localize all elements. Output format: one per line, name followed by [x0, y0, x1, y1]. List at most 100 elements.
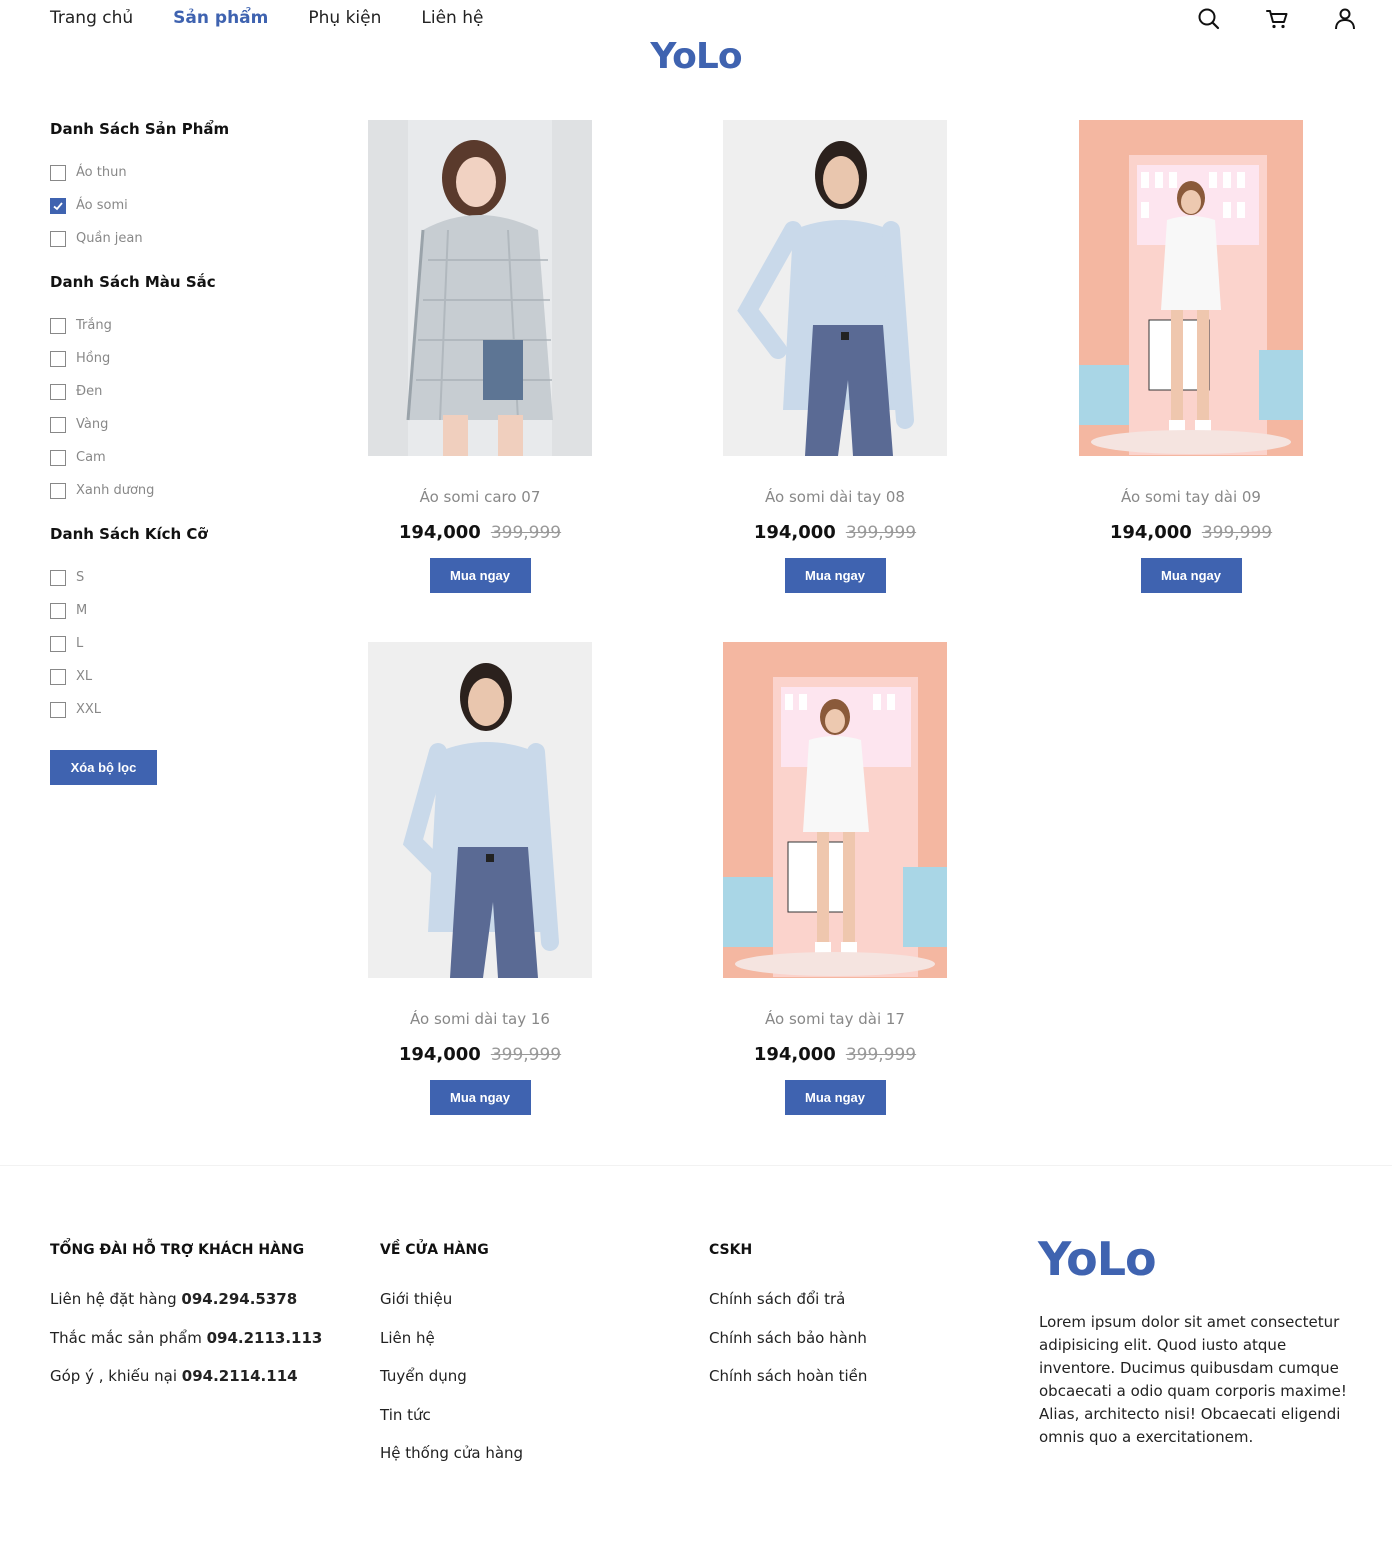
- filter-option-label: M: [76, 603, 88, 618]
- product-old-price: 399,999: [490, 523, 562, 543]
- footer-column-title: VỀ CỬA HÀNG: [380, 1242, 489, 1258]
- product-card: Áo somi caro 07 194,000 399,999 Mua ngay: [330, 120, 630, 593]
- product-name[interactable]: Áo somi tay dài 09: [1041, 488, 1341, 508]
- footer-link[interactable]: Chính sách hoàn tiền: [709, 1367, 867, 1406]
- filter-option[interactable]: Vàng: [50, 408, 310, 441]
- footer-link[interactable]: Liên hệ: [380, 1329, 523, 1368]
- filter-option[interactable]: Áo thun: [50, 156, 310, 189]
- filter-option[interactable]: Đen: [50, 375, 310, 408]
- checkbox[interactable]: [50, 350, 66, 367]
- filter-option-label: XXL: [76, 702, 102, 717]
- user-icon[interactable]: [1332, 6, 1358, 32]
- footer: TỔNG ĐÀI HỖ TRỢ KHÁCH HÀNG Liên hệ đặt h…: [0, 1165, 1392, 1557]
- checkbox[interactable]: [50, 635, 66, 652]
- product-photo[interactable]: [368, 120, 592, 456]
- nav-item-contact[interactable]: Liên hệ: [421, 8, 483, 28]
- filter-option[interactable]: L: [50, 627, 310, 660]
- filter-group-colors: Danh Sách Màu Sắc Trắng Hồng Đen Vàng Ca…: [50, 273, 310, 507]
- footer-link[interactable]: Tin tức: [380, 1406, 523, 1445]
- buy-now-button[interactable]: Mua ngay: [1140, 558, 1242, 593]
- product-name[interactable]: Áo somi caro 07: [330, 488, 630, 508]
- buy-now-button[interactable]: Mua ngay: [429, 1080, 531, 1115]
- checkbox[interactable]: [50, 482, 66, 499]
- product-card: Áo somi dài tay 08 194,000 399,999 Mua n…: [685, 120, 985, 593]
- buy-now-button[interactable]: Mua ngay: [429, 558, 531, 593]
- support-label: Thắc mắc sản phẩm: [50, 1328, 202, 1347]
- product-photo[interactable]: [1079, 120, 1303, 456]
- filter-option[interactable]: XL: [50, 660, 310, 693]
- product-name[interactable]: Áo somi dài tay 08: [685, 488, 985, 508]
- support-phone[interactable]: 094.2113.113: [207, 1329, 323, 1347]
- support-phone[interactable]: 094.294.5378: [181, 1290, 297, 1308]
- buy-now-button[interactable]: Mua ngay: [784, 1080, 886, 1115]
- brand-logo[interactable]: YoLo: [0, 36, 1392, 77]
- buy-now-button[interactable]: Mua ngay: [784, 558, 886, 593]
- filter-option[interactable]: M: [50, 594, 310, 627]
- footer-link[interactable]: Hệ thống cửa hàng: [380, 1444, 523, 1483]
- footer-column-title: CSKH: [709, 1242, 753, 1258]
- support-label: Góp ý , khiếu nại: [50, 1367, 178, 1385]
- checkbox[interactable]: [50, 416, 66, 433]
- product-name[interactable]: Áo somi dài tay 16: [330, 1010, 630, 1030]
- filter-option-label: Xanh dương: [76, 483, 155, 498]
- filter-option-label: Cam: [76, 450, 106, 465]
- product-photo[interactable]: [368, 642, 592, 978]
- product-photo[interactable]: [723, 642, 947, 978]
- footer-column-title: TỔNG ĐÀI HỖ TRỢ KHÁCH HÀNG: [50, 1242, 305, 1258]
- footer-support-column: TỔNG ĐÀI HỖ TRỢ KHÁCH HÀNG Liên hệ đặt h…: [50, 1242, 322, 1406]
- cart-icon[interactable]: [1264, 6, 1290, 32]
- checkbox[interactable]: [50, 230, 66, 247]
- filter-group-products: Danh Sách Sản Phẩm Áo thun Áo somi Quần …: [50, 120, 310, 255]
- filter-option-label: Quần jean: [76, 231, 143, 246]
- product-prices: 194,000 399,999: [685, 522, 985, 546]
- checkbox[interactable]: [50, 317, 66, 334]
- footer-link[interactable]: Chính sách đổi trả: [709, 1290, 867, 1329]
- nav-item-accessories[interactable]: Phụ kiện: [308, 8, 381, 28]
- filter-option[interactable]: Áo somi: [50, 189, 310, 222]
- filter-option[interactable]: S: [50, 561, 310, 594]
- checkbox[interactable]: [50, 164, 66, 181]
- checkbox[interactable]: [50, 602, 66, 619]
- main-nav: Trang chủ Sản phẩm Phụ kiện Liên hệ: [50, 8, 483, 28]
- filter-option[interactable]: XXL: [50, 693, 310, 726]
- clear-filter-button[interactable]: Xóa bộ lọc: [50, 750, 157, 785]
- filter-option[interactable]: Hồng: [50, 342, 310, 375]
- checkbox[interactable]: [50, 569, 66, 586]
- filter-title: Danh Sách Kích Cỡ: [50, 525, 208, 543]
- search-icon[interactable]: [1196, 6, 1222, 32]
- filter-option-label: Áo somi: [76, 198, 128, 213]
- product-prices: 194,000 399,999: [330, 1044, 630, 1068]
- product-name[interactable]: Áo somi tay dài 17: [685, 1010, 985, 1030]
- filter-option[interactable]: Cam: [50, 441, 310, 474]
- filter-option-label: Đen: [76, 384, 103, 399]
- filter-sidebar: Danh Sách Sản Phẩm Áo thun Áo somi Quần …: [50, 120, 310, 785]
- product-prices: 194,000 399,999: [1041, 522, 1341, 546]
- support-label: Liên hệ đặt hàng: [50, 1290, 177, 1308]
- footer-link[interactable]: Tuyển dụng: [380, 1367, 523, 1406]
- product-old-price: 399,999: [490, 1045, 562, 1065]
- checkbox[interactable]: [50, 668, 66, 685]
- footer-link[interactable]: Chính sách bảo hành: [709, 1329, 867, 1368]
- footer-store-column: VỀ CỬA HÀNG Giới thiệu Liên hệ Tuyển dụn…: [380, 1242, 523, 1483]
- checkbox[interactable]: [50, 449, 66, 466]
- filter-option[interactable]: Xanh dương: [50, 474, 310, 507]
- filter-option[interactable]: Trắng: [50, 309, 310, 342]
- product-price: 194,000: [398, 1044, 481, 1065]
- filter-option-label: S: [76, 570, 85, 585]
- checkbox[interactable]: [50, 383, 66, 400]
- product-photo[interactable]: [723, 120, 947, 456]
- product-price: 194,000: [753, 522, 836, 543]
- product-old-price: 399,999: [845, 1045, 917, 1065]
- nav-item-products[interactable]: Sản phẩm: [173, 8, 268, 28]
- support-line: Thắc mắc sản phẩm 094.2113.113: [50, 1329, 322, 1368]
- header-icons: [1196, 6, 1358, 32]
- filter-option-label: Hồng: [76, 351, 111, 366]
- product-price: 194,000: [398, 522, 481, 543]
- filter-option[interactable]: Quần jean: [50, 222, 310, 255]
- footer-link[interactable]: Giới thiệu: [380, 1290, 523, 1329]
- checkbox-checked[interactable]: [50, 197, 66, 214]
- checkbox[interactable]: [50, 701, 66, 718]
- nav-item-home[interactable]: Trang chủ: [50, 8, 133, 28]
- support-phone[interactable]: 094.2114.114: [182, 1367, 298, 1385]
- footer-logo[interactable]: YoLo: [1038, 1232, 1157, 1286]
